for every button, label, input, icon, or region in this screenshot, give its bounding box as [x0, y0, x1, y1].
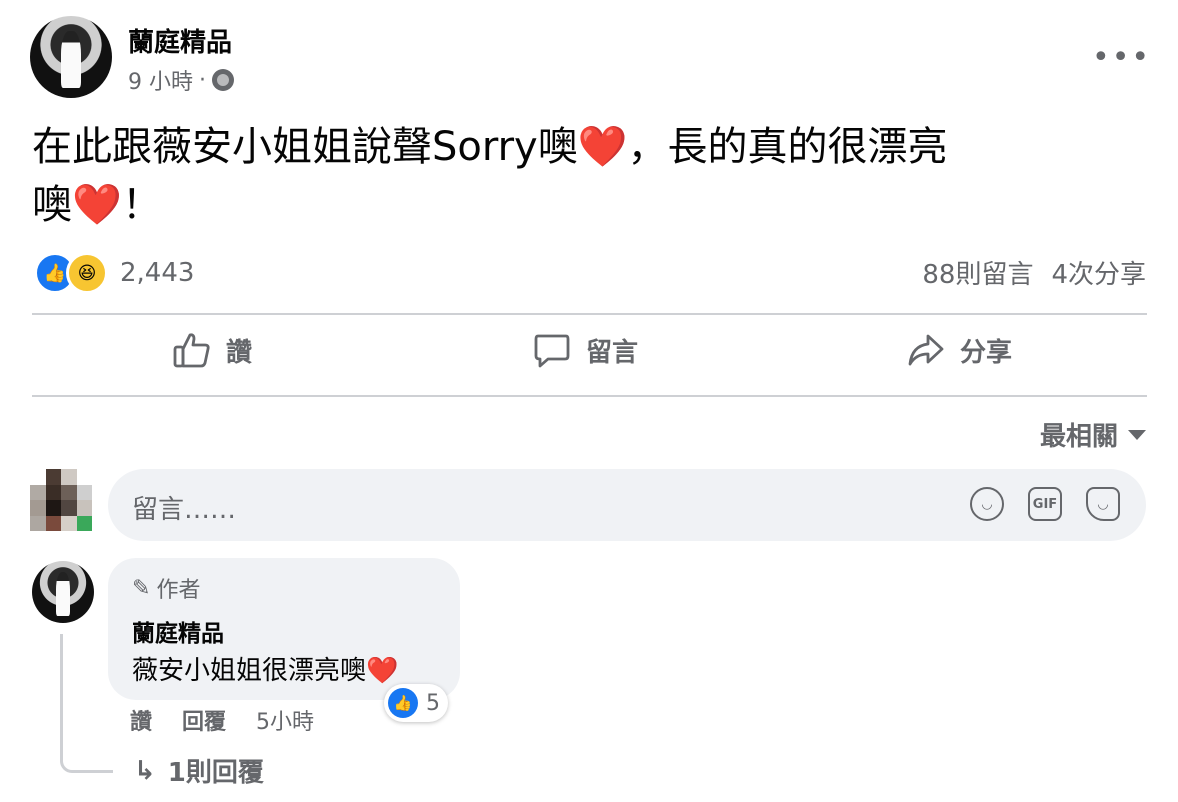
comment-sort-dropdown[interactable]: 最相關	[1040, 416, 1146, 453]
comments-count[interactable]: 88則留言	[922, 254, 1033, 291]
like-reaction-icon: 👍	[388, 688, 418, 718]
reaction-count[interactable]: 2,443	[120, 258, 194, 288]
comment-reply-button[interactable]: 回覆	[182, 704, 226, 736]
heart-emoji: ❤️	[577, 124, 628, 170]
divider	[32, 313, 1147, 315]
comment-actions: 讚 回覆 5小時	[130, 704, 314, 736]
heart-emoji: ❤️	[366, 656, 399, 686]
haha-reaction-icon: 😆	[66, 252, 108, 294]
comment-reaction-badge[interactable]: 👍 5	[384, 684, 448, 722]
divider	[32, 395, 1147, 397]
more-options-icon[interactable]: •••	[1092, 40, 1151, 75]
thread-line	[60, 634, 113, 773]
like-button[interactable]: 讚	[172, 330, 252, 370]
sort-label: 最相關	[1039, 422, 1118, 452]
post-author-name[interactable]: 蘭庭精品	[128, 22, 232, 59]
page-avatar[interactable]	[30, 16, 112, 98]
caret-down-icon	[1128, 429, 1146, 440]
share-button[interactable]: 分享	[906, 330, 1012, 370]
comment-author-avatar[interactable]	[32, 561, 94, 623]
comment-label: 留言	[586, 337, 639, 368]
post-text-line2-tail: ！	[121, 182, 162, 228]
comment-bubble: ✎ 作者 蘭庭精品 薇安小姐姐很漂亮噢❤️	[108, 558, 460, 700]
view-replies-link[interactable]: ↳ 1則回覆	[134, 752, 264, 789]
composer-icons: ◡ GIF ◡	[970, 487, 1120, 521]
reply-arrow-icon: ↳	[134, 755, 156, 786]
comment-like-count: 5	[426, 690, 440, 716]
view-replies-label: 1則回覆	[167, 758, 264, 788]
comment-placeholder: 留言……	[132, 495, 237, 525]
like-label: 讚	[226, 337, 253, 368]
author-badge: ✎ 作者	[132, 572, 200, 604]
comment-like-button[interactable]: 讚	[130, 704, 152, 736]
reaction-summary[interactable]: 👍 😆 2,443	[34, 252, 194, 294]
comment-text-body: 薇安小姐姐很漂亮噢	[132, 656, 367, 686]
gif-icon[interactable]: GIF	[1028, 487, 1062, 521]
comment-author-name[interactable]: 蘭庭精品	[132, 614, 224, 648]
comment-input[interactable]: 留言…… ◡ GIF ◡	[108, 469, 1146, 541]
shares-count[interactable]: 4次分享	[1051, 254, 1146, 291]
post-text-line1-tail: ，長的真的很漂亮	[627, 124, 948, 170]
comment-icon	[534, 334, 570, 368]
post-time[interactable]: 9 小時	[128, 64, 193, 96]
globe-icon	[212, 69, 234, 91]
emoji-icon[interactable]: ◡	[970, 487, 1004, 521]
post-text-line2: 噢	[32, 182, 72, 228]
post-meta: 9 小時 ·	[128, 64, 234, 96]
user-avatar[interactable]	[30, 469, 92, 531]
pencil-icon: ✎	[132, 575, 151, 601]
comment-text: 薇安小姐姐很漂亮噢❤️	[132, 650, 398, 687]
heart-emoji: ❤️	[72, 182, 122, 228]
comment-time[interactable]: 5小時	[256, 704, 314, 736]
share-label: 分享	[960, 337, 1013, 368]
post-text-line1: 在此跟薇安小姐姐說聲Sorry噢	[32, 124, 578, 170]
author-badge-label: 作者	[156, 578, 201, 603]
engagement-counts: 88則留言 4次分享	[922, 254, 1146, 291]
post-text: 在此跟薇安小姐姐說聲Sorry噢❤️，長的真的很漂亮 噢❤️！	[32, 118, 1152, 234]
share-icon	[908, 334, 944, 366]
sticker-icon[interactable]: ◡	[1086, 487, 1120, 521]
meta-separator: ·	[199, 67, 206, 93]
comment-button[interactable]: 留言	[532, 330, 638, 370]
thumbs-up-icon	[173, 333, 210, 368]
